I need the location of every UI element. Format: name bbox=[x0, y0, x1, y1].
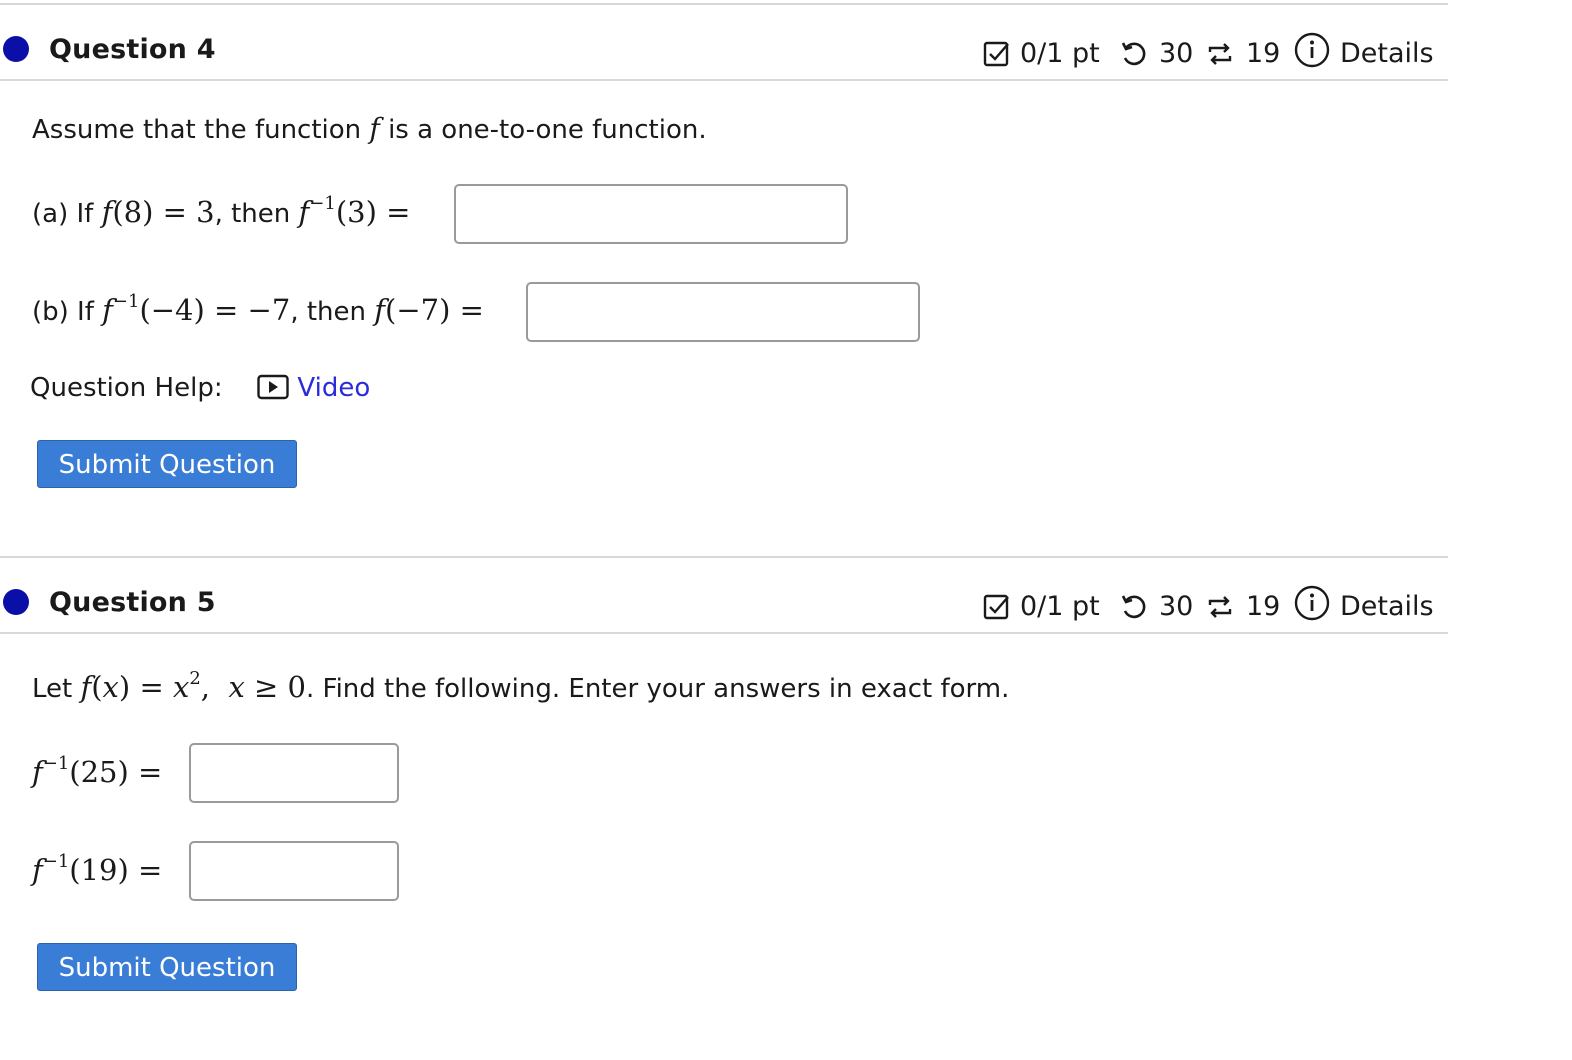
checkbox-icon bbox=[983, 594, 1009, 620]
submit-question-button[interactable]: Submit Question bbox=[37, 943, 297, 991]
answer-b-input[interactable] bbox=[526, 282, 920, 342]
attempts-icon bbox=[1208, 43, 1232, 65]
help-label: Question Help: bbox=[30, 373, 223, 403]
question-4-prompt: Assume that the function f is a one-to-o… bbox=[32, 112, 707, 147]
retries-count: 30 bbox=[1159, 38, 1194, 69]
prompt-text: Assume that the function bbox=[32, 115, 362, 145]
question-5-prompt: Let f(x) = x2, x ≥ 0. Find the following… bbox=[32, 670, 1009, 706]
answer-2-input[interactable] bbox=[189, 841, 399, 901]
divider-header-4 bbox=[0, 79, 1448, 81]
play-icon bbox=[257, 374, 289, 400]
divider-header-5 bbox=[0, 632, 1448, 634]
part-2-math: f−1(19) = bbox=[32, 851, 163, 888]
submit-question-button[interactable]: Submit Question bbox=[37, 440, 297, 488]
divider-top bbox=[0, 3, 1448, 5]
question-title: Question 4 bbox=[49, 34, 216, 65]
retry-icon bbox=[1121, 42, 1146, 66]
part-b-statement: (b) If f−1(−4) = −7, then f(−7) = bbox=[32, 293, 484, 329]
attempts-count: 19 bbox=[1246, 591, 1281, 622]
prompt-text-end: is a one-to-one function. bbox=[388, 115, 707, 145]
retry-icon bbox=[1121, 595, 1146, 619]
score-text: 0/1 pt bbox=[1020, 591, 1100, 622]
video-label: Video bbox=[297, 373, 371, 403]
part-b-prefix: (b) If bbox=[32, 297, 94, 327]
part-a-then: , then bbox=[214, 199, 291, 229]
part-b-then: , then bbox=[290, 297, 366, 327]
part-b-math-given: f−1(−4) = −7 bbox=[102, 291, 291, 328]
question-4-header: Question 4 0/1 pt 30 19 Details bbox=[0, 8, 1448, 80]
details-label: Details bbox=[1340, 38, 1434, 69]
part-a-math-ask: f−1(3) = bbox=[298, 193, 411, 230]
info-icon bbox=[1294, 585, 1330, 621]
part-a-prefix: (a) If bbox=[32, 199, 94, 229]
part-1-statement: f−1(25) = bbox=[32, 755, 162, 791]
answer-a-input[interactable] bbox=[454, 184, 848, 244]
status-dot-icon bbox=[3, 589, 29, 615]
prompt-math: f(x) = x2, x ≥ 0 bbox=[80, 668, 306, 705]
prompt-let: Let bbox=[32, 674, 73, 704]
prompt-text: . Find the following. Enter your answers… bbox=[305, 674, 1010, 704]
prompt-var: f bbox=[369, 112, 380, 145]
score-text: 0/1 pt bbox=[1020, 38, 1100, 69]
video-link[interactable]: Video bbox=[257, 373, 370, 403]
retries-count: 30 bbox=[1159, 591, 1194, 622]
status-dot-icon bbox=[3, 36, 29, 62]
part-2-statement: f−1(19) = bbox=[32, 853, 162, 889]
details-label: Details bbox=[1340, 591, 1434, 622]
question-5-header: Question 5 0/1 pt 30 19 Details bbox=[0, 561, 1448, 633]
question-help: Question Help: Video bbox=[30, 370, 370, 406]
attempts-icon bbox=[1208, 596, 1232, 618]
question-title: Question 5 bbox=[49, 587, 216, 618]
part-a-math-given: f(8) = 3 bbox=[101, 195, 215, 229]
checkbox-icon bbox=[983, 41, 1009, 67]
answer-1-input[interactable] bbox=[189, 743, 399, 803]
divider-between bbox=[0, 556, 1448, 558]
part-a-statement: (a) If f(8) = 3, then f−1(3) = bbox=[32, 195, 410, 231]
attempts-count: 19 bbox=[1246, 38, 1281, 69]
info-icon bbox=[1294, 32, 1330, 68]
part-1-math: f−1(25) = bbox=[32, 753, 163, 790]
part-b-math-ask: f(−7) = bbox=[374, 293, 484, 327]
